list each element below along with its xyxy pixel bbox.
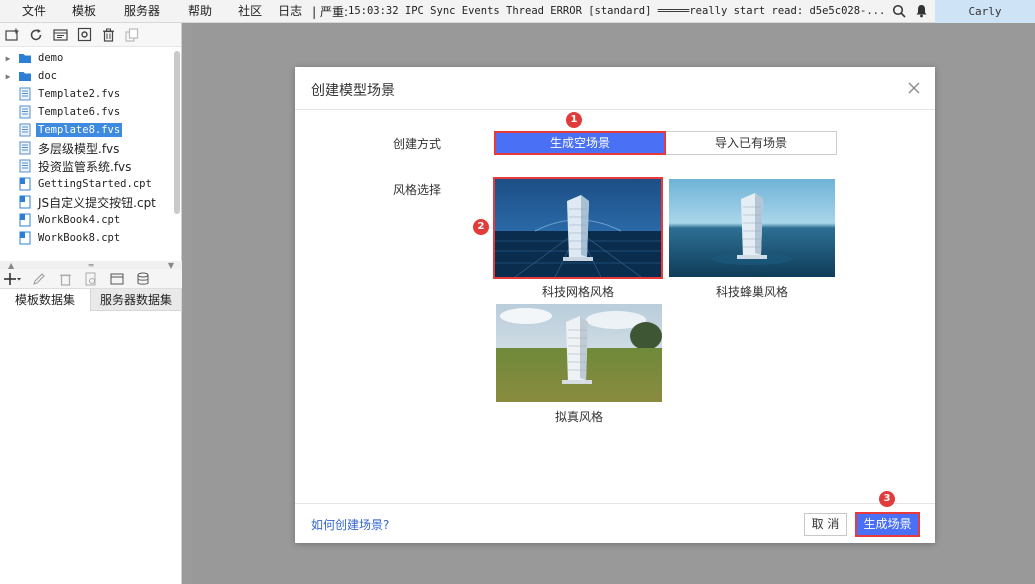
tree-folder[interactable]: ▶ doc: [0, 67, 172, 85]
menu-bar: 文件 模板 服务器 帮助 社区 日志 | 严重: 15:03:32 IPC Sy…: [0, 0, 1035, 23]
style-name: 拟真风格: [554, 410, 603, 424]
tree-file-selected[interactable]: Template8.fvs: [0, 121, 172, 139]
tree-item-label: Template8.fvs: [36, 123, 123, 137]
tree-file[interactable]: 投资监管系统.fvs: [0, 157, 172, 175]
tech-honeycomb-thumbnail[interactable]: [669, 179, 835, 277]
cpt-file-icon: [19, 213, 31, 227]
template-panel: ▶ demo ▶ doc Template2.fvs Template6.fvs…: [0, 23, 182, 584]
dataset-settings-icon[interactable]: [108, 270, 126, 288]
preview-dataset-icon[interactable]: [82, 270, 100, 288]
how-to-create-scene-link[interactable]: 如何创建场景?: [311, 516, 389, 533]
folder-icon: [19, 54, 31, 63]
tab-template-dataset[interactable]: 模板数据集: [0, 289, 91, 311]
delete-dataset-icon[interactable]: [56, 270, 74, 288]
creation-mode-group: 生成空场景 导入已有场景: [494, 131, 837, 155]
expand-arrow-icon[interactable]: ▶: [2, 54, 14, 63]
dataset-tabs: 模板数据集 服务器数据集: [0, 289, 182, 311]
menu-help[interactable]: 帮助: [174, 0, 226, 23]
dataset-toolbar: [0, 269, 182, 289]
open-template-icon[interactable]: [51, 26, 69, 44]
step-badge: 1: [566, 112, 582, 128]
tree-file[interactable]: WorkBook8.cpt: [0, 229, 172, 247]
tech-grid-thumbnail[interactable]: [493, 177, 663, 279]
tree-item-label: 投资监管系统.fvs: [38, 159, 132, 174]
tree-file[interactable]: JS自定义提交按钮.cpt: [0, 193, 172, 211]
settings-icon[interactable]: [75, 26, 93, 44]
generate-scene-button[interactable]: 生成场景: [855, 512, 920, 537]
menu-log[interactable]: 日志: [274, 0, 306, 23]
import-existing-scene-option[interactable]: 导入已有场景: [666, 131, 837, 155]
tree-folder[interactable]: ▶ demo: [0, 49, 172, 67]
create-scene-dialog: 创建模型场景 创建方式 生成空场景 导入已有场景 1 风格选择 科技网格风格 2…: [295, 67, 935, 543]
database-icon[interactable]: [134, 270, 152, 288]
refresh-icon[interactable]: [27, 26, 45, 44]
dialog-title: 创建模型场景: [311, 83, 395, 99]
cancel-button[interactable]: 取 消: [804, 513, 847, 536]
dialog-header-divider: [295, 109, 935, 110]
realistic-thumbnail[interactable]: [496, 304, 662, 402]
tree-file[interactable]: WorkBook4.cpt: [0, 211, 172, 229]
menu-server[interactable]: 服务器: [110, 0, 174, 23]
search-icon[interactable]: [888, 0, 910, 23]
delete-icon[interactable]: [99, 26, 117, 44]
template-tree: ▶ demo ▶ doc Template2.fvs Template6.fvs…: [0, 49, 172, 269]
fvs-file-icon: [19, 123, 31, 137]
menu-file[interactable]: 文件: [0, 0, 58, 23]
creation-mode-label: 创建方式: [393, 137, 442, 151]
log-message-text: 15:03:32 IPC Sync Events Thread ERROR [s…: [348, 5, 886, 17]
tree-item-label: WorkBook4.cpt: [38, 214, 121, 226]
cpt-file-icon: [19, 231, 31, 245]
fvs-file-icon: [19, 87, 31, 101]
style-name: 科技网格风格: [541, 285, 614, 299]
menu-community[interactable]: 社区: [226, 0, 274, 23]
tab-server-dataset[interactable]: 服务器数据集: [91, 289, 182, 311]
style-card-tech-honeycomb[interactable]: 科技蜂巢风格: [669, 179, 835, 299]
workspace-gutter: [182, 23, 192, 584]
tree-item-label: 多层级模型.fvs: [38, 141, 120, 156]
tree-item-label: Template2.fvs: [38, 88, 121, 100]
tree-item-label: JS自定义提交按钮.cpt: [38, 195, 156, 210]
style-card-tech-grid[interactable]: 科技网格风格: [493, 177, 663, 299]
user-name[interactable]: Carly: [935, 0, 1035, 23]
fvs-file-icon: [19, 159, 31, 173]
panel-splitter[interactable]: ▲ ═ ▼: [0, 261, 182, 270]
style-name: 科技蜂巢风格: [715, 285, 788, 299]
cpt-file-icon: [19, 195, 31, 209]
bell-icon[interactable]: [910, 0, 932, 23]
tree-item-label: WorkBook8.cpt: [38, 232, 121, 244]
fvs-file-icon: [19, 105, 31, 119]
generate-empty-scene-option[interactable]: 生成空场景: [494, 131, 666, 155]
tree-toolbar: [0, 23, 181, 47]
log-level-label: | 严重:: [312, 4, 348, 19]
add-dataset-icon[interactable]: [4, 270, 22, 288]
tree-file[interactable]: Template2.fvs: [0, 85, 172, 103]
menu-template[interactable]: 模板: [58, 0, 110, 23]
tree-file[interactable]: GettingStarted.cpt: [0, 175, 172, 193]
copy-icon[interactable]: [123, 26, 141, 44]
style-card-realistic[interactable]: 拟真风格: [496, 304, 662, 424]
tree-scrollbar[interactable]: [174, 51, 180, 214]
edit-icon[interactable]: [30, 270, 48, 288]
dialog-footer-divider: [295, 503, 935, 504]
tree-item-label: GettingStarted.cpt: [38, 178, 152, 190]
expand-arrow-icon[interactable]: ▶: [2, 72, 14, 81]
tree-item-label: doc: [38, 70, 57, 82]
tree-item-label: Template6.fvs: [38, 106, 121, 118]
folder-icon: [19, 72, 31, 81]
tree-item-label: demo: [38, 52, 64, 64]
fvs-file-icon: [19, 141, 31, 155]
tree-file[interactable]: Template6.fvs: [0, 103, 172, 121]
tree-file[interactable]: 多层级模型.fvs: [0, 139, 172, 157]
step-badge: 2: [473, 219, 489, 235]
style-selection-label: 风格选择: [393, 183, 442, 197]
step-badge: 3: [879, 491, 895, 507]
cpt-file-icon: [19, 177, 31, 191]
close-icon[interactable]: [907, 81, 921, 95]
new-folder-icon[interactable]: [3, 26, 21, 44]
log-message-area[interactable]: | 严重: 15:03:32 IPC Sync Events Thread ER…: [306, 0, 888, 23]
